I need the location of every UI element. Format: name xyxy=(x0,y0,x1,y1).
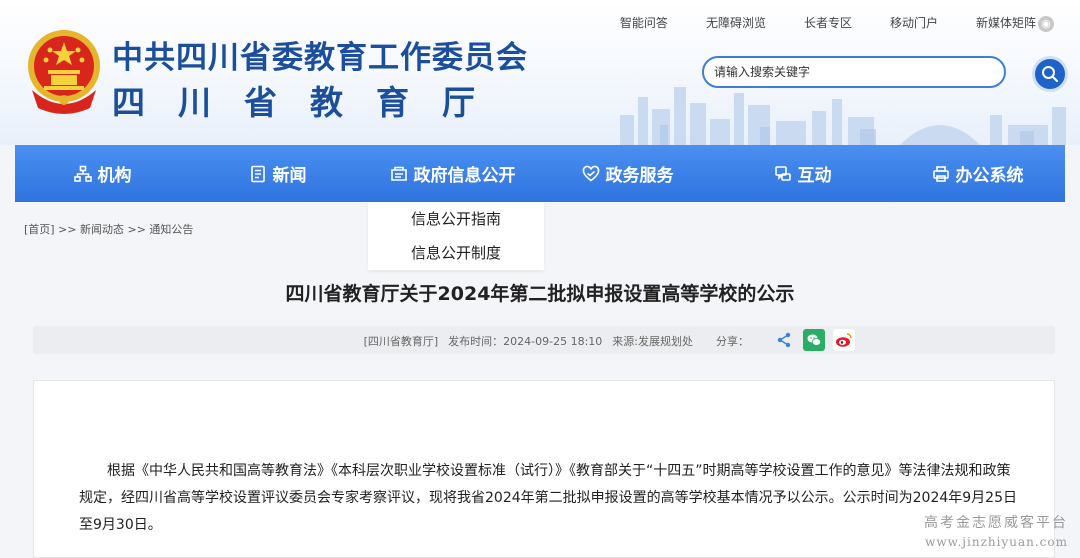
site-title: 中共四川省委教育工作委员会 xyxy=(112,40,528,76)
share-wechat-button[interactable] xyxy=(803,329,825,351)
weibo-icon xyxy=(836,333,852,347)
national-emblem-icon xyxy=(28,30,100,114)
top-link-mobile[interactable]: 移动门户 xyxy=(890,14,938,32)
media-circle-icon: ◉ xyxy=(1038,15,1054,32)
news-doc-icon xyxy=(250,165,265,182)
watermark-line2: www.jinzhiyuan.com xyxy=(925,535,1068,549)
heart-service-icon xyxy=(582,165,599,182)
nav-label: 办公系统 xyxy=(955,166,1024,186)
source-tag: [四川省教育厅] xyxy=(363,335,439,348)
top-link-new-media-label: 新媒体矩阵 xyxy=(975,16,1036,30)
dropdown-item-disclosure-policy[interactable]: 信息公开制度 xyxy=(368,236,544,270)
site-header: 中共四川省委教育工作委员会 四川省教育厅 智能问答 无障碍浏览 长者专区 移动门… xyxy=(0,0,1080,145)
interact-icon xyxy=(774,165,791,181)
search-icon xyxy=(1042,66,1059,83)
top-link-new-media[interactable]: 新媒体矩阵 ◉ xyxy=(976,14,1054,32)
breadcrumb[interactable]: [首页] >> 新闻动态 >> 通知公告 xyxy=(24,221,193,237)
org-chart-icon xyxy=(73,165,92,182)
article-paragraph: 根据《中华人民共和国高等教育法》《本科层次职业学校设置标准（试行）》《教育部关于… xyxy=(79,463,1017,533)
search-box xyxy=(702,56,1006,88)
article-title: 四川省教育厅关于2024年第二批拟申报设置高等学校的公示 xyxy=(285,283,795,305)
top-link-elderly[interactable]: 长者专区 xyxy=(804,14,852,32)
share-icon xyxy=(777,332,791,348)
wechat-icon xyxy=(807,334,822,346)
article-meta-bar: [四川省教育厅] 发布时间：2024-09-25 18:10 来源:发展规划处 分享… xyxy=(33,326,1055,354)
dropdown-item-disclosure-guide[interactable]: 信息公开指南 xyxy=(368,202,544,236)
nav-item-news[interactable]: 新闻 xyxy=(190,145,365,202)
watermark: 高考金志愿威客平台 www.jinzhiyuan.com xyxy=(924,512,1068,549)
search-input[interactable] xyxy=(704,58,994,86)
top-links: 智能问答 无障碍浏览 长者专区 移动门户 新媒体矩阵 ◉ xyxy=(620,14,1054,32)
share-weibo-button[interactable] xyxy=(833,329,855,351)
watermark-line1: 高考金志愿威客平台 xyxy=(924,515,1068,531)
nav-item-info-disclosure[interactable]: 政府信息公开 xyxy=(365,145,540,202)
nav-label: 政务服务 xyxy=(605,166,674,186)
article-origin: 来源:发展规划处 xyxy=(612,335,693,348)
nav-item-organization[interactable]: 机构 xyxy=(15,145,190,202)
nav-label: 互动 xyxy=(797,166,832,186)
top-link-accessibility[interactable]: 无障碍浏览 xyxy=(706,14,766,32)
share-icons xyxy=(773,329,855,351)
info-open-icon xyxy=(390,166,407,181)
office-printer-icon xyxy=(932,165,949,182)
nav-label: 机构 xyxy=(97,166,132,186)
site-subtitle: 四川省教育厅 xyxy=(112,83,508,122)
share-label: 分享： xyxy=(716,335,749,348)
main-nav: 机构 新闻 政府信息公开 政务服务 互动 办公系统 xyxy=(15,145,1065,202)
article-content: 根据《中华人民共和国高等教育法》《本科层次职业学校设置标准（试行）》《教育部关于… xyxy=(33,380,1055,558)
nav-label: 政府信息公开 xyxy=(413,166,516,186)
top-link-smart-qa[interactable]: 智能问答 xyxy=(620,14,668,32)
search-button[interactable] xyxy=(1032,56,1068,92)
share-link-button[interactable] xyxy=(773,329,795,351)
publish-time: 发布时间：2024-09-25 18:10 xyxy=(448,335,603,348)
nav-item-office-system[interactable]: 办公系统 xyxy=(890,145,1065,202)
nav-item-interaction[interactable]: 互动 xyxy=(715,145,890,202)
article-meta: [四川省教育厅] 发布时间：2024-09-25 18:10 来源:发展规划处 xyxy=(354,333,693,349)
nav-dropdown-menu: 信息公开指南 信息公开制度 xyxy=(368,202,544,270)
nav-label: 新闻 xyxy=(272,166,307,186)
nav-item-gov-service[interactable]: 政务服务 xyxy=(540,145,715,202)
